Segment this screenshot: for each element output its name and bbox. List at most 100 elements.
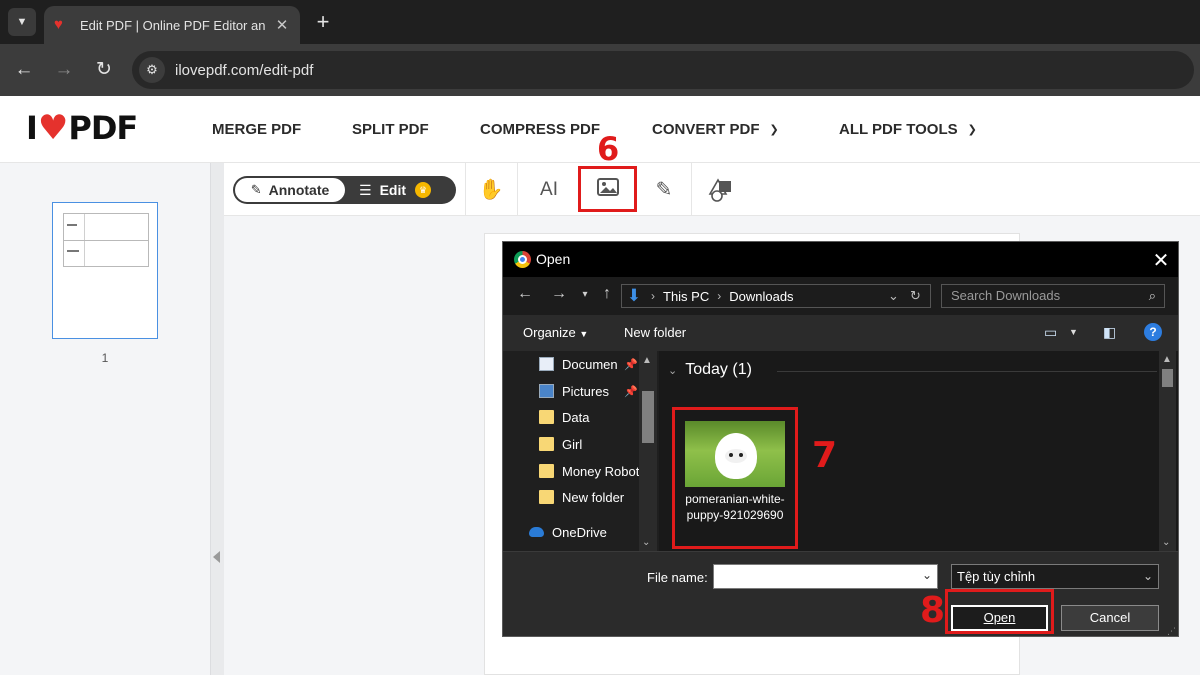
hand-icon[interactable]: ✋ [477,177,505,203]
back-arrow-icon[interactable]: ← [515,285,535,303]
new-tab-button[interactable]: + [311,10,335,34]
draw-pencil-icon[interactable]: ✎ [650,177,678,203]
pin-icon: 📌 [624,358,638,371]
tab-title: Edit PDF | Online PDF Editor and Form Fi… [80,17,266,33]
collapse-panel-icon[interactable] [213,551,220,563]
file-list-scrollbar[interactable]: ▲ ⌄ [1159,351,1176,551]
dialog-navigation-bar: ← → ▾ ↑ ⬇ › This PC › Downloads ⌄ ↻ Sear… [503,277,1178,315]
nav-label: Data [562,409,590,425]
nav-label: Pictures [562,383,609,399]
view-options-icon[interactable]: ▭ [1044,324,1057,341]
mode-toggle: ✎ Annotate ☰ Edit ♛ [233,176,456,204]
path-this-pc[interactable]: This PC [663,289,709,304]
annotate-mode-button[interactable]: ✎ Annotate [235,178,345,202]
back-button[interactable]: ← [11,57,37,83]
folder-icon [539,410,554,424]
menu-all-pdf-tools[interactable]: ALL PDF TOOLS ❯ [839,121,977,138]
nav-item-documents[interactable]: Documen 📌 [539,354,642,374]
dropdown-chevron-icon: ⌄ [1142,569,1153,583]
menu-label: MERGE PDF [212,121,302,138]
step-7-label: 7 [812,435,838,476]
nav-item-new-folder[interactable]: New folder [539,487,642,507]
menu-split-pdf[interactable]: SPLIT PDF [352,121,429,138]
scroll-thumb[interactable] [642,391,654,443]
organize-button[interactable]: Organize ▼ [523,325,588,340]
chevron-down-icon: ❯ [769,124,779,136]
resize-grip-icon[interactable]: ⋰ [1167,626,1176,637]
document-folder-icon [539,357,554,371]
folder-icon [539,464,554,478]
open-file-dialog: Open ✕ ← → ▾ ↑ ⬇ › This PC › Downloads ⌄… [502,241,1179,637]
url-text: ilovepdf.com/edit-pdf [175,61,314,79]
ilovepdf-logo[interactable]: I ♥ PDF [26,108,138,148]
group-label: Today (1) [685,361,752,378]
page-number: 1 [101,351,109,365]
tab-close-icon[interactable]: ✕ [272,16,292,34]
chrome-icon [514,251,531,268]
thumbnail-table [63,213,149,267]
refresh-icon[interactable]: ↻ [910,288,921,304]
group-header-today[interactable]: ⌄ Today (1) [668,361,752,379]
nav-item-onedrive[interactable]: OneDrive [529,522,632,542]
nav-item-girl[interactable]: Girl [539,434,642,454]
menu-merge-pdf[interactable]: MERGE PDF [212,121,301,138]
nav-label: New folder [562,489,625,505]
new-folder-button[interactable]: New folder [624,325,686,340]
scroll-thumb[interactable] [1162,369,1173,387]
menu-compress-pdf[interactable]: COMPRESS PDF [480,121,600,138]
scroll-down-icon[interactable]: ⌄ [642,537,650,548]
nav-label: Money Robot [562,463,640,479]
browser-tab[interactable]: ♥ Edit PDF | Online PDF Editor and Form … [44,6,300,44]
path-bar[interactable]: ⬇ › This PC › Downloads ⌄ ↻ [621,284,931,308]
page-thumbnail[interactable] [52,202,158,339]
dialog-footer: File name: ⌄ Tệp tùy chỉnh ⌄ Open Cancel… [503,551,1178,636]
forward-button[interactable]: → [51,57,77,83]
help-icon[interactable]: ? [1144,323,1162,341]
dropdown-chevron-icon[interactable]: ⌄ [922,568,932,582]
dialog-titlebar: Open ✕ [503,242,1178,277]
forward-arrow-icon[interactable]: → [549,285,569,303]
path-dropdown-icon[interactable]: ⌄ [888,288,899,304]
menu-label: COMPRESS PDF [480,121,601,138]
highlight-file-item [672,407,798,549]
recent-locations-icon[interactable]: ▾ [575,289,595,300]
preview-pane-icon[interactable]: ◧ [1103,324,1116,341]
add-text-icon[interactable]: AI [535,177,563,203]
dialog-close-icon[interactable]: ✕ [1149,248,1173,273]
site-info-icon[interactable]: ⚙ [139,57,165,83]
cancel-button[interactable]: Cancel [1061,605,1159,631]
nav-item-money-robot[interactable]: Money Robot [539,461,642,481]
chevron-down-icon: ❯ [967,124,977,136]
menu-convert-pdf[interactable]: CONVERT PDF ❯ [652,121,779,138]
up-arrow-icon[interactable]: ↑ [597,285,617,303]
highlight-open-button [945,589,1054,634]
path-downloads[interactable]: Downloads [729,289,793,304]
collapse-chevron-icon: ⌄ [668,364,678,377]
browser-toolbar: ← → ↻ ⚙ ilovepdf.com/edit-pdf [0,44,1200,96]
edit-mode-button[interactable]: ☰ Edit ♛ [351,178,451,202]
path-separator-icon: › [717,289,722,303]
pictures-folder-icon [539,384,554,398]
shapes-icon[interactable] [708,177,736,203]
logo-word: PDF [68,109,138,147]
nav-scrollbar[interactable]: ▲ ⌄ [639,351,657,551]
file-type-select[interactable]: Tệp tùy chỉnh ⌄ [951,564,1159,589]
nav-item-pictures[interactable]: Pictures 📌 [539,381,642,401]
logo-letter: I [26,109,38,147]
menu-label: SPLIT PDF [352,121,429,138]
edit-toolbar: ✎ Annotate ☰ Edit ♛ ✋ AI ✎ [224,163,1200,216]
address-bar[interactable]: ⚙ ilovepdf.com/edit-pdf [132,51,1194,89]
scroll-down-icon[interactable]: ⌄ [1162,537,1170,548]
search-downloads-input[interactable]: Search Downloads ⌕ [941,284,1165,308]
panel-divider[interactable] [210,163,224,675]
nav-item-data[interactable]: Data [539,407,642,427]
file-name-input[interactable]: ⌄ [713,564,938,589]
downloads-icon: ⬇ [626,286,642,305]
edit-label: Edit [379,182,407,198]
tab-search-button[interactable]: ▼ [8,8,36,36]
step-8-label: 8 [920,590,946,631]
view-dropdown-icon[interactable]: ▼ [1069,327,1078,337]
reload-button[interactable]: ↻ [91,57,117,83]
scroll-up-icon[interactable]: ▲ [642,355,652,366]
scroll-up-icon[interactable]: ▲ [1162,354,1172,365]
